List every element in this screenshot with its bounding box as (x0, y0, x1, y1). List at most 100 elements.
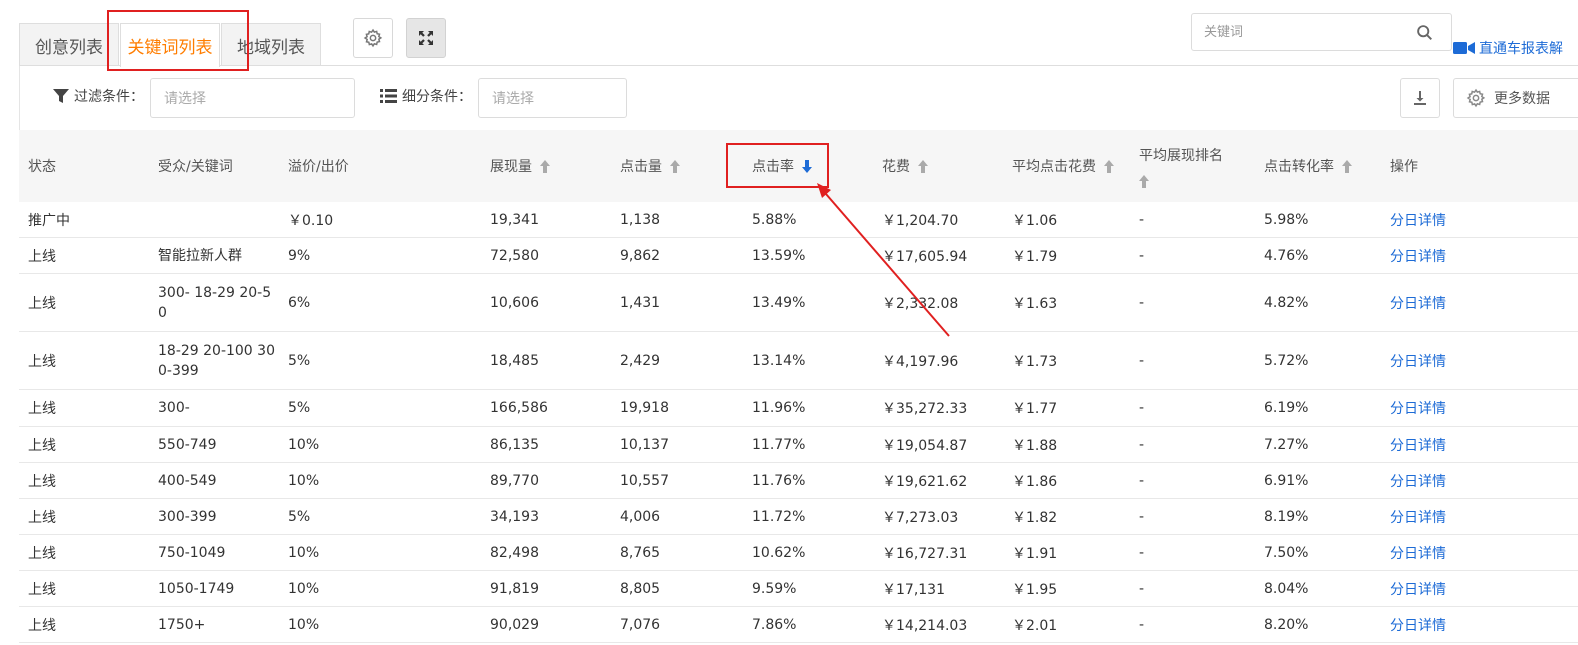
tab-bar: 创意列表 关键词列表 地域列表 (19, 23, 321, 67)
search-input[interactable] (1192, 14, 1402, 50)
table-row: 上线 1750+ 10% 90,029 7,076 7.86% ￥14,214.03 ￥2.0… (19, 607, 1578, 643)
col-impressions[interactable]: 展现量 (490, 130, 550, 202)
daily-detail-link[interactable]: 分日详情 (1390, 463, 1446, 498)
cell-impressions: 86,135 (490, 436, 539, 453)
cell-impressions: 10,606 (490, 294, 539, 311)
cell-clicks: 1,431 (620, 294, 661, 311)
table-row: 上线 400-549 10% 89,770 10,557 11.76% ￥19,621.62… (19, 463, 1578, 499)
cell-cpc: ￥1.06 (1012, 212, 1058, 229)
daily-detail-link[interactable]: 分日详情 (1390, 427, 1446, 462)
cell-clicks: 7,076 (620, 616, 661, 633)
cell-impressions: 72,580 (490, 247, 539, 264)
keyword-search (1191, 13, 1452, 51)
cell-cpc: ￥1.79 (1012, 248, 1058, 265)
report-explain-text: 直通车报表解 (1479, 41, 1563, 57)
daily-detail-link[interactable]: 分日详情 (1390, 535, 1446, 570)
cell-avg-rank: - (1139, 247, 1145, 264)
sort-up-icon[interactable] (1104, 159, 1114, 173)
gear-icon (1466, 88, 1486, 108)
cell-premium: ￥0.10 (288, 212, 334, 229)
cell-ctr: 5.88% (752, 211, 797, 228)
cell-clicks: 10,137 (620, 436, 669, 453)
cell-audience: 750-1049 (158, 544, 226, 561)
cell-cost: ￥17,131 (882, 581, 945, 598)
report-explain-link[interactable]: 直通车报表解 (1453, 38, 1563, 58)
table-row: 上线 300-399 5% 34,193 4,006 11.72% ￥7,273.03 ￥1.… (19, 499, 1578, 535)
filter-select[interactable]: 请选择 (150, 78, 355, 118)
settings-button[interactable] (353, 18, 393, 58)
cell-clicks: 2,429 (620, 352, 661, 369)
cell-cost: ￥19,054.87 (882, 437, 968, 454)
search-icon[interactable] (1416, 24, 1433, 45)
cell-ctr: 7.86% (752, 616, 797, 633)
cell-ctr: 11.77% (752, 436, 806, 453)
cell-cvr: 7.50% (1264, 544, 1309, 561)
cell-audience: 300- 18-29 20-50 (158, 284, 272, 321)
fullscreen-button[interactable] (406, 18, 446, 58)
cell-cost: ￥7,273.03 (882, 509, 959, 526)
segment-label-text: 细分条件： (402, 89, 472, 105)
col-ctr[interactable]: 点击率 (752, 130, 812, 202)
sort-down-icon[interactable] (802, 159, 812, 173)
segment-select[interactable]: 请选择 (478, 78, 627, 118)
download-button[interactable] (1400, 78, 1440, 118)
cell-avg-rank: - (1139, 508, 1145, 525)
col-clicks[interactable]: 点击量 (620, 130, 680, 202)
table-header: 状态 受众/关键词 溢价/出价 展现量 点击量 点击率 花费 平均点击花费 平均… (19, 130, 1578, 202)
cell-status: 推广中 (28, 212, 70, 229)
cell-audience: 550-749 (158, 436, 217, 453)
cell-premium: 10% (288, 472, 320, 489)
table-row: 上线 300- 5% 166,586 19,918 11.96% ￥35,272.33 ￥1.… (19, 390, 1578, 427)
daily-detail-link[interactable]: 分日详情 (1390, 274, 1446, 331)
cell-impressions: 18,485 (490, 352, 539, 369)
sort-up-icon[interactable] (1139, 174, 1149, 188)
tab-keyword-list[interactable]: 关键词列表 (120, 23, 220, 67)
cell-impressions: 89,770 (490, 472, 539, 489)
cell-status: 上线 (28, 401, 56, 417)
sort-up-icon[interactable] (1342, 159, 1352, 173)
cell-premium: 5% (288, 508, 311, 525)
daily-detail-link[interactable]: 分日详情 (1390, 202, 1446, 237)
cell-cpc: ￥1.77 (1012, 401, 1058, 417)
sort-up-icon[interactable] (918, 159, 928, 173)
daily-detail-link[interactable]: 分日详情 (1390, 390, 1446, 426)
cell-cpc: ￥1.95 (1012, 581, 1058, 598)
cell-ctr: 11.96% (752, 400, 806, 416)
daily-detail-link[interactable]: 分日详情 (1390, 571, 1446, 606)
cell-cvr: 5.72% (1264, 352, 1309, 369)
table-row: 上线 750-1049 10% 82,498 8,765 10.62% ￥16,727.31… (19, 535, 1578, 571)
tab-region-list[interactable]: 地域列表 (221, 23, 321, 66)
cell-cost: ￥1,204.70 (882, 212, 959, 229)
cell-status: 上线 (28, 509, 56, 526)
daily-detail-link[interactable]: 分日详情 (1390, 332, 1446, 389)
more-data-button[interactable]: 更多数据 (1453, 78, 1578, 118)
cell-premium: 5% (288, 400, 311, 416)
col-cost[interactable]: 花费 (882, 130, 928, 202)
cell-premium: 10% (288, 436, 320, 453)
cell-cvr: 6.91% (1264, 472, 1309, 489)
cell-cvr: 7.27% (1264, 436, 1309, 453)
cell-impressions: 90,029 (490, 616, 539, 633)
cell-premium: 9% (288, 247, 311, 264)
cell-cvr: 5.98% (1264, 211, 1309, 228)
cell-ctr: 13.59% (752, 247, 806, 264)
filter-label-text: 过滤条件： (74, 89, 144, 105)
cell-avg-rank: - (1139, 400, 1145, 416)
cell-status: 上线 (28, 581, 56, 598)
col-cpc[interactable]: 平均点击花费 (1012, 130, 1114, 202)
cell-avg-rank: - (1139, 352, 1145, 369)
cell-cpc: ￥1.88 (1012, 437, 1058, 454)
daily-detail-link[interactable]: 分日详情 (1390, 607, 1446, 642)
daily-detail-link[interactable]: 分日详情 (1390, 499, 1446, 534)
cell-cost: ￥19,621.62 (882, 473, 968, 490)
col-avg-rank[interactable]: 平均展现排名 (1139, 130, 1223, 202)
cell-audience (158, 202, 276, 237)
sort-up-icon[interactable] (540, 159, 550, 173)
sort-up-icon[interactable] (670, 159, 680, 173)
segment-label: 细分条件： (380, 86, 472, 106)
col-cvr[interactable]: 点击转化率 (1264, 130, 1352, 202)
filter-icon (53, 89, 69, 103)
daily-detail-link[interactable]: 分日详情 (1390, 238, 1446, 273)
table-row: 上线 1050-1749 10% 91,819 8,805 9.59% ￥17,131 ￥1.… (19, 571, 1578, 607)
tab-creative-list[interactable]: 创意列表 (19, 23, 119, 66)
